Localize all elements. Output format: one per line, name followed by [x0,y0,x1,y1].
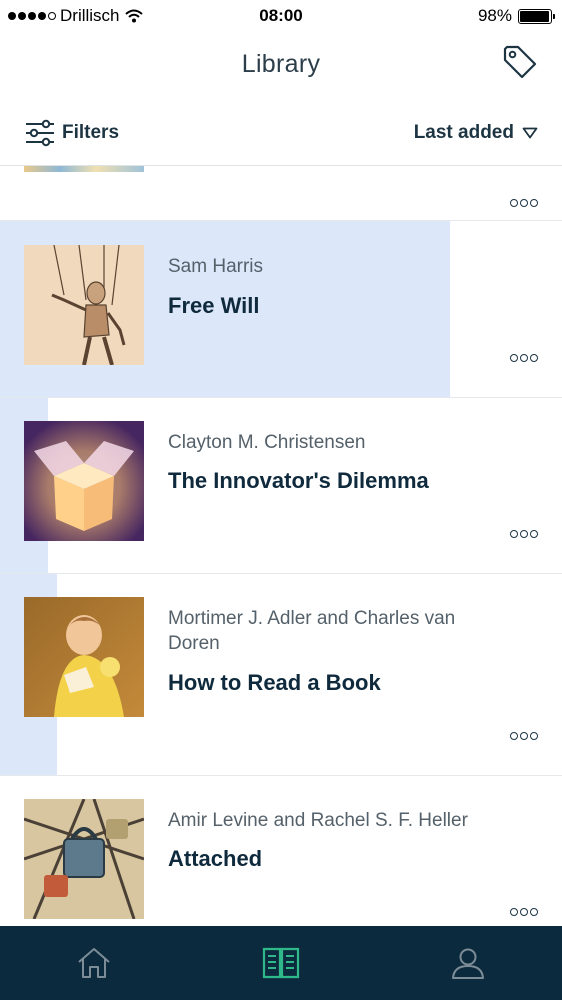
carrier-name: Drillisch [60,6,120,25]
list-item[interactable] [0,166,562,221]
more-dot-icon [520,199,528,207]
book-author: Sam Harris [168,256,264,277]
book-title: How to Read a Book [168,670,381,695]
more-dot-icon [530,354,538,362]
filters-button[interactable]: Filters [24,119,119,147]
more-options-button[interactable] [510,353,538,363]
list-item[interactable]: Clayton M. Christensen The Innovator's D… [0,398,562,574]
library-icon [262,947,300,979]
signal-strength-icon [8,12,56,20]
more-dot-icon [510,908,518,916]
more-options-button[interactable] [510,529,538,539]
more-dot-icon [510,199,518,207]
profile-icon [452,948,485,979]
more-dot-icon [520,908,528,916]
book-cover [24,799,144,919]
sort-button[interactable]: Last added [414,122,538,144]
book-title: Attached [168,846,263,871]
more-dot-icon [520,354,528,362]
book-author: Amir Levine and Rachel S. F. Heller [168,810,468,831]
status-right: 98% [477,6,555,26]
battery-icon [518,8,555,24]
more-options-button[interactable] [510,198,538,208]
more-dot-icon [530,530,538,538]
tab-home[interactable] [64,933,124,993]
book-cover [24,166,144,172]
battery-percent: 98% [477,6,512,25]
tab-library[interactable] [251,933,311,993]
book-author: Clayton M. Christensen [168,432,366,453]
more-dot-icon [520,732,528,740]
book-cover [24,245,144,365]
more-dot-icon [530,732,538,740]
status-bar: Drillisch 08:00 98% [0,0,562,32]
more-dot-icon [520,530,528,538]
list-item[interactable]: Amir Levine and Rachel S. F. Heller Atta… [0,776,562,926]
nav-header: Library [0,32,562,96]
book-cover [24,421,144,541]
book-title: Free Will [168,293,260,318]
wifi-icon [124,9,143,23]
sort-label: Last added [413,121,514,143]
list-item[interactable]: Mortimer J. Adler and Charles van Doren … [0,574,562,776]
more-dot-icon [530,908,538,916]
book-cover [24,597,144,717]
chevron-down-icon [522,127,538,138]
status-left: Drillisch [8,6,144,26]
more-dot-icon [510,732,518,740]
battery-level [520,10,550,22]
tab-bar [0,926,562,1000]
home-icon [78,948,110,978]
book-list[interactable]: Sam Harris Free Will Clayton M. Christen… [0,166,562,926]
filter-bar: Filters Last added [0,100,562,166]
tab-profile[interactable] [438,933,498,993]
more-dot-icon [530,199,538,207]
more-options-button[interactable] [510,731,538,741]
page-title: Library [241,49,321,78]
filters-label: Filters [62,121,120,143]
tag-icon [503,45,537,79]
filters-icon [26,119,54,146]
book-author: Mortimer J. Adler and Charles van Doren [168,608,456,654]
list-item[interactable]: Sam Harris Free Will [0,221,562,398]
book-title: The Innovator's Dilemma [168,468,429,493]
more-dot-icon [510,530,518,538]
more-options-button[interactable] [510,907,538,917]
tag-button[interactable] [500,42,540,82]
more-dot-icon [510,354,518,362]
